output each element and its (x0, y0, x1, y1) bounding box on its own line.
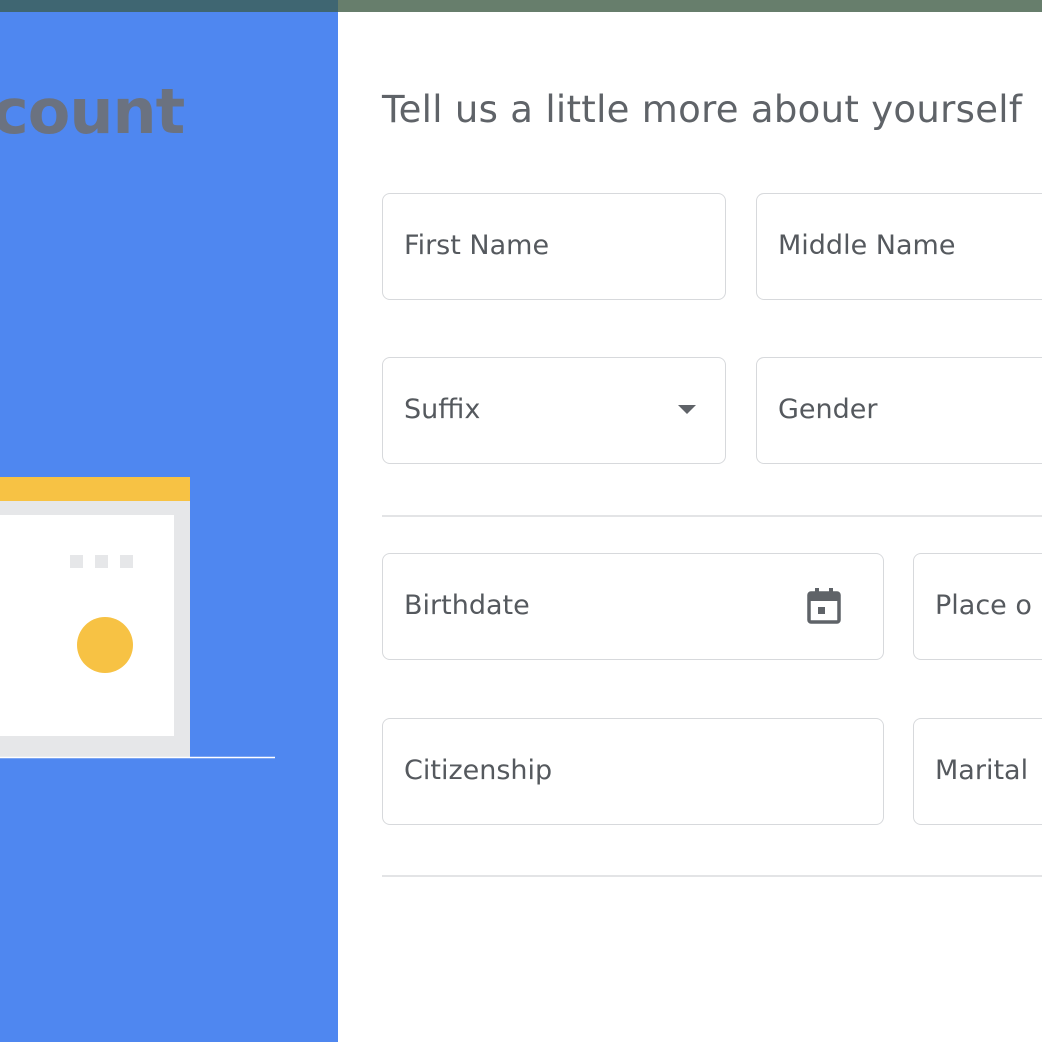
first-name-field[interactable]: First Name (382, 193, 726, 300)
first-name-placeholder: First Name (404, 230, 550, 261)
place-of-birth-field[interactable]: Place o (913, 553, 1042, 660)
marital-status-select[interactable]: Marital (913, 718, 1042, 825)
gender-placeholder: Gender (778, 394, 878, 425)
window-dot (120, 555, 133, 568)
laptop-screen-top-bar (0, 477, 190, 501)
dropdown-arrow-icon[interactable] (678, 358, 696, 462)
form-heading: Tell us a little more about yourself (382, 88, 1023, 131)
top-bar-right (338, 0, 1042, 12)
laptop-screen-window (0, 515, 174, 736)
birthdate-placeholder: Birthdate (404, 590, 530, 621)
section-divider (382, 875, 1042, 877)
citizenship-field[interactable]: Citizenship (382, 718, 884, 825)
left-panel: count (0, 12, 338, 1042)
laptop-screen-bezel (0, 501, 190, 757)
page-title: count (0, 75, 185, 148)
middle-name-placeholder: Middle Name (778, 230, 956, 261)
middle-name-field[interactable]: Middle Name (756, 193, 1042, 300)
right-panel: Tell us a little more about yourself Fir… (338, 12, 1042, 1042)
birthdate-field[interactable]: Birthdate (382, 553, 884, 660)
yellow-circle (77, 617, 133, 673)
window-dot (70, 555, 83, 568)
section-divider (382, 515, 1042, 517)
marital-status-placeholder: Marital (935, 755, 1029, 786)
gender-select[interactable]: Gender (756, 357, 1042, 464)
place-of-birth-placeholder: Place o (935, 590, 1032, 621)
laptop-illustration (0, 477, 275, 759)
suffix-select[interactable]: Suffix (382, 357, 726, 464)
top-bar-left (0, 0, 338, 12)
suffix-placeholder: Suffix (404, 394, 481, 425)
window-dot (95, 555, 108, 568)
calendar-icon[interactable] (806, 554, 842, 658)
citizenship-placeholder: Citizenship (404, 755, 553, 786)
